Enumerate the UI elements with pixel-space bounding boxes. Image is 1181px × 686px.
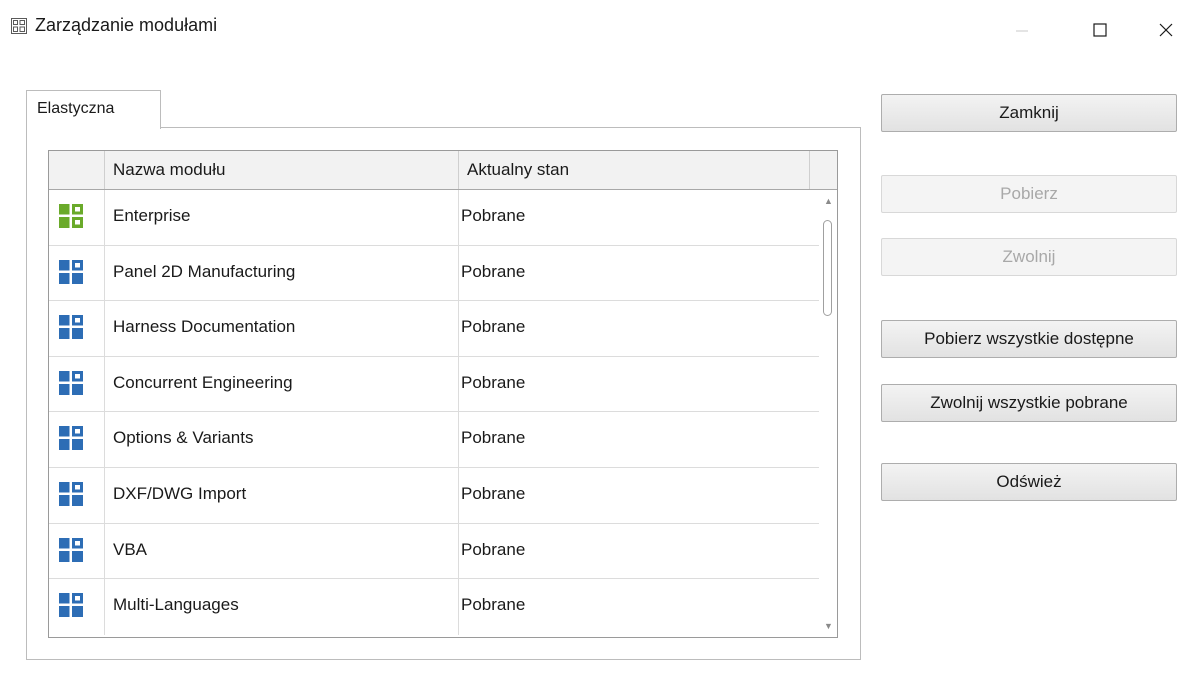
scroll-up-icon[interactable]: ▲	[824, 196, 833, 206]
tab-label: Elastyczna	[37, 100, 115, 117]
scrollbar-thumb[interactable]	[823, 220, 832, 316]
table-row[interactable]: Enterprise Pobrane	[49, 190, 819, 246]
module-state: Pobrane	[461, 539, 526, 559]
refresh-button[interactable]: Odśwież	[881, 463, 1177, 501]
minimize-button[interactable]	[1000, 10, 1044, 50]
module-state: Pobrane	[461, 428, 526, 448]
module-name: Multi-Languages	[113, 595, 239, 615]
module-state: Pobrane	[461, 483, 526, 503]
module-icon-blue	[59, 593, 83, 618]
table-row[interactable]: Panel 2D Manufacturing Pobrane	[49, 245, 819, 302]
module-name: Panel 2D Manufacturing	[113, 261, 296, 281]
tab-elastyczna[interactable]: Elastyczna	[26, 90, 161, 129]
module-state: Pobrane	[461, 595, 526, 615]
grid-header: Nazwa modułu Aktualny stan	[49, 151, 837, 190]
header-module-name[interactable]: Nazwa modułu	[105, 151, 459, 189]
module-name: VBA	[113, 539, 148, 559]
close-button[interactable]: Zamknij	[881, 94, 1177, 132]
table-row[interactable]: Multi-Languages Pobrane	[49, 579, 819, 635]
maximize-button[interactable]	[1078, 10, 1122, 50]
window-title: Zarządzanie modułami	[35, 15, 218, 35]
header-icon-column	[49, 151, 105, 189]
module-state: Pobrane	[461, 317, 526, 337]
table-row[interactable]: Options & Variants Pobrane	[49, 412, 819, 468]
modules-grid: Nazwa modułu Aktualny stan Enterprise Po…	[48, 150, 838, 638]
module-icon-blue	[59, 481, 83, 506]
get-button[interactable]: Pobierz	[881, 175, 1177, 213]
table-row[interactable]: VBA Pobrane	[49, 523, 819, 580]
module-icon-blue	[59, 426, 83, 451]
release-all-downloaded-button[interactable]: Zwolnij wszystkie pobrane	[881, 384, 1177, 422]
table-row[interactable]: Concurrent Engineering Pobrane	[49, 356, 819, 413]
scroll-down-icon[interactable]: ▼	[824, 621, 833, 631]
module-state: Pobrane	[461, 372, 526, 392]
table-row[interactable]: Harness Documentation Pobrane	[49, 301, 819, 357]
header-spacer	[810, 151, 837, 189]
minimize-icon	[1016, 30, 1028, 32]
header-current-state[interactable]: Aktualny stan	[459, 151, 810, 189]
title-bar: Zarządzanie modułami	[0, 0, 1181, 60]
module-name: Concurrent Engineering	[113, 372, 293, 392]
module-icon-blue	[59, 315, 83, 340]
module-name: Enterprise	[113, 206, 191, 225]
vertical-scrollbar[interactable]: ▲ ▼	[819, 190, 837, 637]
module-state: Pobrane	[461, 261, 526, 281]
module-icon-blue	[59, 259, 83, 284]
module-state: Pobrane	[461, 206, 526, 225]
get-all-available-button[interactable]: Pobierz wszystkie dostępne	[881, 320, 1177, 358]
module-icon-blue	[59, 370, 83, 395]
close-icon	[1159, 23, 1172, 37]
module-manager-app-icon	[10, 17, 28, 35]
maximize-icon	[1093, 23, 1107, 37]
release-button[interactable]: Zwolnij	[881, 238, 1177, 276]
grid-rows: Enterprise Pobrane Panel 2D Manufacturin…	[49, 190, 819, 637]
module-name: DXF/DWG Import	[113, 483, 247, 503]
module-name: Harness Documentation	[113, 317, 296, 337]
close-window-button[interactable]	[1150, 10, 1181, 50]
module-icon-green	[59, 204, 83, 228]
table-row[interactable]: DXF/DWG Import Pobrane	[49, 467, 819, 524]
module-name: Options & Variants	[113, 428, 254, 448]
module-icon-blue	[59, 537, 83, 562]
